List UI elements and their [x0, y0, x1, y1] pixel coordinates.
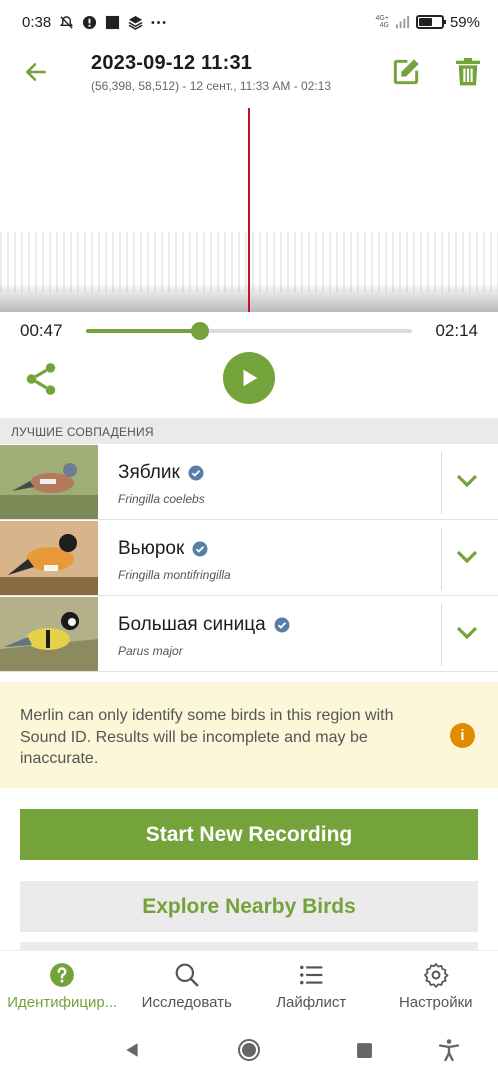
matches-list: Зяблик Fringilla coelebs Вьюрок Fringill… [0, 444, 498, 672]
share-button[interactable] [22, 360, 60, 398]
circle-home-icon [238, 1039, 260, 1061]
system-recents-button[interactable] [352, 1038, 376, 1062]
share-icon [26, 363, 56, 395]
delete-button[interactable] [452, 56, 484, 88]
search-icon [173, 961, 201, 989]
nav-item-identify[interactable]: Идентифицир... [0, 951, 125, 1020]
accessibility-icon [438, 1039, 460, 1062]
edit-icon [393, 59, 419, 85]
expand-button[interactable] [450, 542, 484, 572]
more-dots-icon [151, 15, 166, 30]
row-divider [441, 604, 442, 666]
seek-bar[interactable] [86, 322, 412, 340]
play-icon [243, 369, 258, 387]
recording-subtitle: (56,398, 58,512) - 12 сент., 11:33 AM - … [91, 79, 332, 93]
bird-common-name: Зяблик [118, 462, 204, 484]
match-row[interactable]: Зяблик Fringilla coelebs [0, 444, 498, 520]
row-divider [441, 528, 442, 590]
explore-nearby-birds-button[interactable]: Explore Nearby Birds [20, 881, 478, 932]
top-matches-header: ЛУЧШИЕ СОВПАДЕНИЯ [0, 418, 498, 444]
bird-scientific-name: Fringilla montifringilla [118, 568, 231, 582]
seek-bar-fill [86, 329, 201, 333]
system-nav-bar [0, 1020, 498, 1080]
bird-common-name: Вьюрок [118, 538, 208, 560]
nav-label: Идентифицир... [7, 994, 118, 1011]
verified-badge-icon [192, 541, 208, 557]
match-row[interactable]: Вьюрок Fringilla montifringilla [0, 520, 498, 596]
recording-title: 2023-09-12 11:31 [91, 52, 253, 74]
spectrogram[interactable] [0, 108, 498, 312]
mute-bell-icon [59, 15, 74, 30]
start-new-recording-button[interactable]: Start New Recording [20, 809, 478, 860]
match-row[interactable]: Большая синица Parus major [0, 596, 498, 672]
edit-button[interactable] [390, 56, 422, 88]
status-bar: 0:38 4G+ 4G 59% [0, 0, 498, 44]
recording-header: 2023-09-12 11:31 (56,398, 58,512) - 12 с… [0, 44, 498, 106]
battery-percent: 59% [449, 13, 480, 31]
stack-icon [128, 15, 143, 30]
playback-scrubber: 00:47 02:14 [0, 316, 498, 346]
row-divider [441, 452, 442, 514]
sound-id-notice: Merlin can only identify some birds in t… [0, 682, 498, 788]
alert-icon [82, 15, 97, 30]
current-time: 00:47 [20, 321, 63, 340]
notice-text: Merlin can only identify some birds in t… [20, 707, 394, 767]
signal-icon [395, 15, 410, 30]
list-icon [297, 961, 325, 989]
nav-label: Исследовать [141, 994, 232, 1011]
nav-item-settings[interactable]: Настройки [374, 951, 498, 1020]
total-time: 02:14 [435, 321, 478, 340]
bird-common-name: Большая синица [118, 614, 290, 636]
verified-badge-icon [188, 465, 204, 481]
nav-label: Лайфлист [276, 994, 347, 1011]
chevron-down-icon [456, 474, 478, 488]
expand-button[interactable] [450, 618, 484, 648]
gear-icon [422, 961, 450, 989]
bird-scientific-name: Parus major [118, 644, 183, 658]
nav-label: Настройки [398, 994, 473, 1011]
playhead-line [248, 108, 250, 312]
bird-photo [0, 521, 98, 595]
bird-scientific-name: Fringilla coelebs [118, 492, 205, 506]
network-indicator: 4G+ 4G [375, 15, 389, 29]
question-icon [48, 961, 76, 989]
trash-icon [456, 58, 480, 86]
system-back-button[interactable] [120, 1038, 144, 1062]
back-button[interactable] [20, 56, 52, 88]
status-time: 0:38 [22, 13, 52, 31]
accessibility-button[interactable] [437, 1038, 461, 1062]
bird-photo [0, 597, 98, 671]
next-button-peek [20, 942, 478, 950]
expand-button[interactable] [450, 466, 484, 496]
square-icon [105, 15, 120, 30]
seek-thumb[interactable] [191, 322, 210, 340]
nav-item-explore[interactable]: Исследовать [125, 951, 250, 1020]
nav-item-lifelist[interactable]: Лайфлист [249, 951, 374, 1020]
bottom-nav: Идентифицир... Исследовать Лайфлист Наст… [0, 950, 498, 1020]
triangle-back-icon [126, 1043, 138, 1057]
chevron-down-icon [456, 550, 478, 564]
bird-photo [0, 445, 98, 519]
back-arrow-icon [26, 63, 46, 81]
battery-icon [415, 15, 446, 29]
square-recents-icon [356, 1042, 372, 1058]
verified-badge-icon [274, 617, 290, 633]
chevron-down-icon [456, 626, 478, 640]
info-icon[interactable]: i [450, 723, 475, 748]
play-button[interactable] [223, 352, 275, 404]
system-home-button[interactable] [237, 1038, 261, 1062]
